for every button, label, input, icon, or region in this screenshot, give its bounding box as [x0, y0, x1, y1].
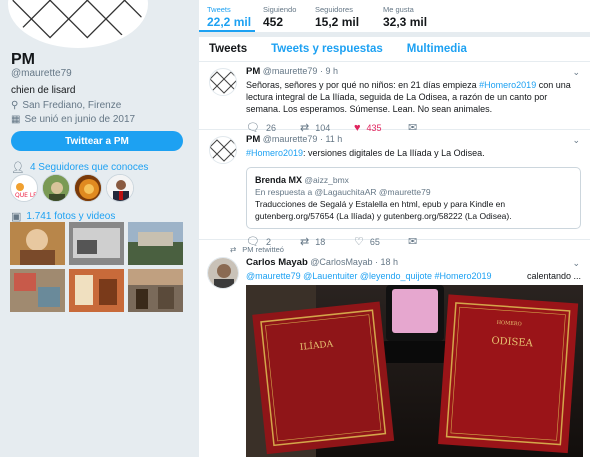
- photos-videos-label[interactable]: 1.741 fotos y videos: [26, 211, 115, 222]
- tweet-text: #Homero2019: versiones digitales de La I…: [246, 147, 581, 159]
- tab-tweets[interactable]: Tweets: [209, 43, 247, 55]
- stat-label: Seguidores: [315, 5, 353, 14]
- photo-thumbnail[interactable]: [69, 222, 124, 265]
- books-photo: ILÍADA HOMERO ODISEA: [246, 285, 583, 457]
- tweet-time[interactable]: · 11 h: [320, 134, 342, 144]
- photo-grid: [10, 222, 183, 312]
- stat-value: 32,3 mil: [383, 15, 428, 29]
- tweet-header: Carlos Mayab @CarlosMayab · 18 h: [246, 257, 581, 268]
- profile-joined-text: Se unió en junio de 2017: [24, 114, 136, 125]
- tweet-header: PM @maurette79 · 9 h: [246, 66, 581, 77]
- tweet-text-part: calentando ...: [526, 271, 581, 281]
- stat-followers[interactable]: Seguidores 15,2 mil: [307, 0, 375, 32]
- hashtag-link[interactable]: #Homero2019: [479, 80, 536, 90]
- stat-likes[interactable]: Me gusta 32,3 mil: [375, 0, 431, 32]
- stat-label: Siguiendo: [263, 5, 297, 14]
- tweet-text: @maurette79 @Lauentuiter @leyendo_quijot…: [246, 270, 581, 282]
- svg-text:QUE LEER: QUE LEER: [15, 192, 38, 199]
- photo-thumbnail[interactable]: [10, 222, 65, 265]
- retweet-indicator: ⇄ PM retwitteó: [230, 245, 284, 254]
- profile-handle: @maurette79: [11, 68, 72, 79]
- lattice-avatar-image: [12, 0, 144, 45]
- tweet-time[interactable]: · 9 h: [320, 66, 338, 76]
- quoted-author-name: Brenda MX: [255, 175, 303, 185]
- quoted-reply-to: En respuesta a @LagauchitaAR @maurette79: [255, 187, 431, 197]
- follower-avatar[interactable]: [74, 174, 102, 202]
- tweet-author-handle[interactable]: @maurette79: [263, 134, 318, 144]
- quoted-text: Traducciones de Segalá y Estalella en ht…: [255, 199, 512, 221]
- tweet-media-image[interactable]: ILÍADA HOMERO ODISEA: [246, 285, 583, 457]
- tweet-author-handle[interactable]: @CarlosMayab: [310, 257, 372, 267]
- stat-tweets[interactable]: Tweets 22,2 mil: [199, 0, 255, 32]
- follower-avatar[interactable]: QUE LEER: [10, 174, 38, 202]
- profile-stats-bar: Tweets 22,2 mil Siguiendo 452 Seguidores…: [199, 0, 590, 32]
- profile-joined: ▦ Se unió en junio de 2017: [11, 114, 135, 125]
- tweet[interactable]: ⌄ PM @maurette79 · 11 h #Homero2019: ver…: [199, 130, 590, 248]
- stat-label: Me gusta: [383, 5, 414, 14]
- photo-thumbnail[interactable]: [128, 269, 183, 312]
- tweet-author-avatar[interactable]: [207, 257, 239, 289]
- followers-you-know-list: QUE LEER: [10, 174, 134, 202]
- quoted-tweet[interactable]: Brenda MX @aizz_bmx En respuesta a @Laga…: [246, 167, 581, 229]
- tweet-body: PM @maurette79 · 9 h Señoras, señores y …: [246, 66, 581, 134]
- profile-bio: chien de lisard: [11, 85, 76, 96]
- tweet[interactable]: ⌄ PM @maurette79 · 9 h Señoras, señores …: [199, 62, 590, 134]
- tab-media[interactable]: Multimedia: [407, 43, 467, 55]
- tweet-to-button[interactable]: Twittear a PM: [11, 131, 183, 151]
- photo-thumbnail[interactable]: [69, 269, 124, 312]
- profile-location-text: San Frediano, Firenze: [22, 100, 122, 111]
- retweeted-by-label[interactable]: PM retwitteó: [242, 245, 284, 254]
- tweet-author-avatar[interactable]: [209, 136, 237, 164]
- stat-label: Tweets: [207, 5, 231, 14]
- stat-value: 15,2 mil: [315, 15, 360, 29]
- tweet-body: Carlos Mayab @CarlosMayab · 18 h @mauret…: [246, 257, 581, 282]
- follower-avatar[interactable]: [42, 174, 70, 202]
- tweet-time[interactable]: · 18 h: [375, 257, 398, 267]
- tweet-author-handle[interactable]: @maurette79: [263, 66, 318, 76]
- retweet-small-icon: ⇄: [230, 245, 237, 254]
- calendar-icon: ▦: [11, 114, 21, 125]
- tweet-author-avatar[interactable]: [209, 68, 237, 96]
- tweet-author-name[interactable]: PM: [246, 134, 260, 145]
- stat-following[interactable]: Siguiendo 452: [255, 0, 307, 32]
- location-pin-icon: ⚲: [11, 100, 19, 111]
- profile-location: ⚲ San Frediano, Firenze: [11, 100, 121, 111]
- stat-value: 452: [263, 15, 284, 29]
- tweet-author-name[interactable]: PM: [246, 66, 260, 77]
- photo-thumbnail[interactable]: [128, 222, 183, 265]
- profile-name: PM: [11, 51, 35, 68]
- tweet-author-name[interactable]: Carlos Mayab: [246, 257, 308, 268]
- followers-you-know-link[interactable]: 👤︎ 4 Seguidores que conoces: [11, 161, 148, 174]
- profile-avatar[interactable]: [8, 0, 148, 48]
- tweet-text: Señoras, señores y por qué no niños: en …: [246, 79, 581, 115]
- tweet-header: PM @maurette79 · 11 h: [246, 134, 581, 145]
- mentions-link[interactable]: @maurette79 @Lauentuiter @leyendo_quijot…: [246, 270, 492, 282]
- person-icon: 👤︎: [11, 162, 25, 174]
- hashtag-link[interactable]: #Homero2019: [246, 148, 303, 158]
- stat-value: 22,2 mil: [207, 15, 252, 29]
- tab-tweets-and-replies[interactable]: Tweets y respuestas: [271, 43, 383, 55]
- follower-avatar[interactable]: [106, 174, 134, 202]
- tweet-text-part: : versiones digitales de La Ilíada y La …: [303, 148, 485, 158]
- tweet-body: PM @maurette79 · 11 h #Homero2019: versi…: [246, 134, 581, 248]
- profile-sidebar: PM @maurette79 chien de lisard ⚲ San Fre…: [0, 0, 200, 457]
- timeline-tabs: Tweets Tweets y respuestas Multimedia: [199, 37, 590, 62]
- quoted-author-handle: @aizz_bmx: [304, 175, 349, 185]
- photo-thumbnail[interactable]: [10, 269, 65, 312]
- followers-you-know-label[interactable]: 4 Seguidores que conoces: [30, 162, 148, 173]
- main-column: Tweets 22,2 mil Siguiendo 452 Seguidores…: [199, 0, 590, 457]
- tweet-text-part: Señoras, señores y por qué no niños: en …: [246, 80, 480, 90]
